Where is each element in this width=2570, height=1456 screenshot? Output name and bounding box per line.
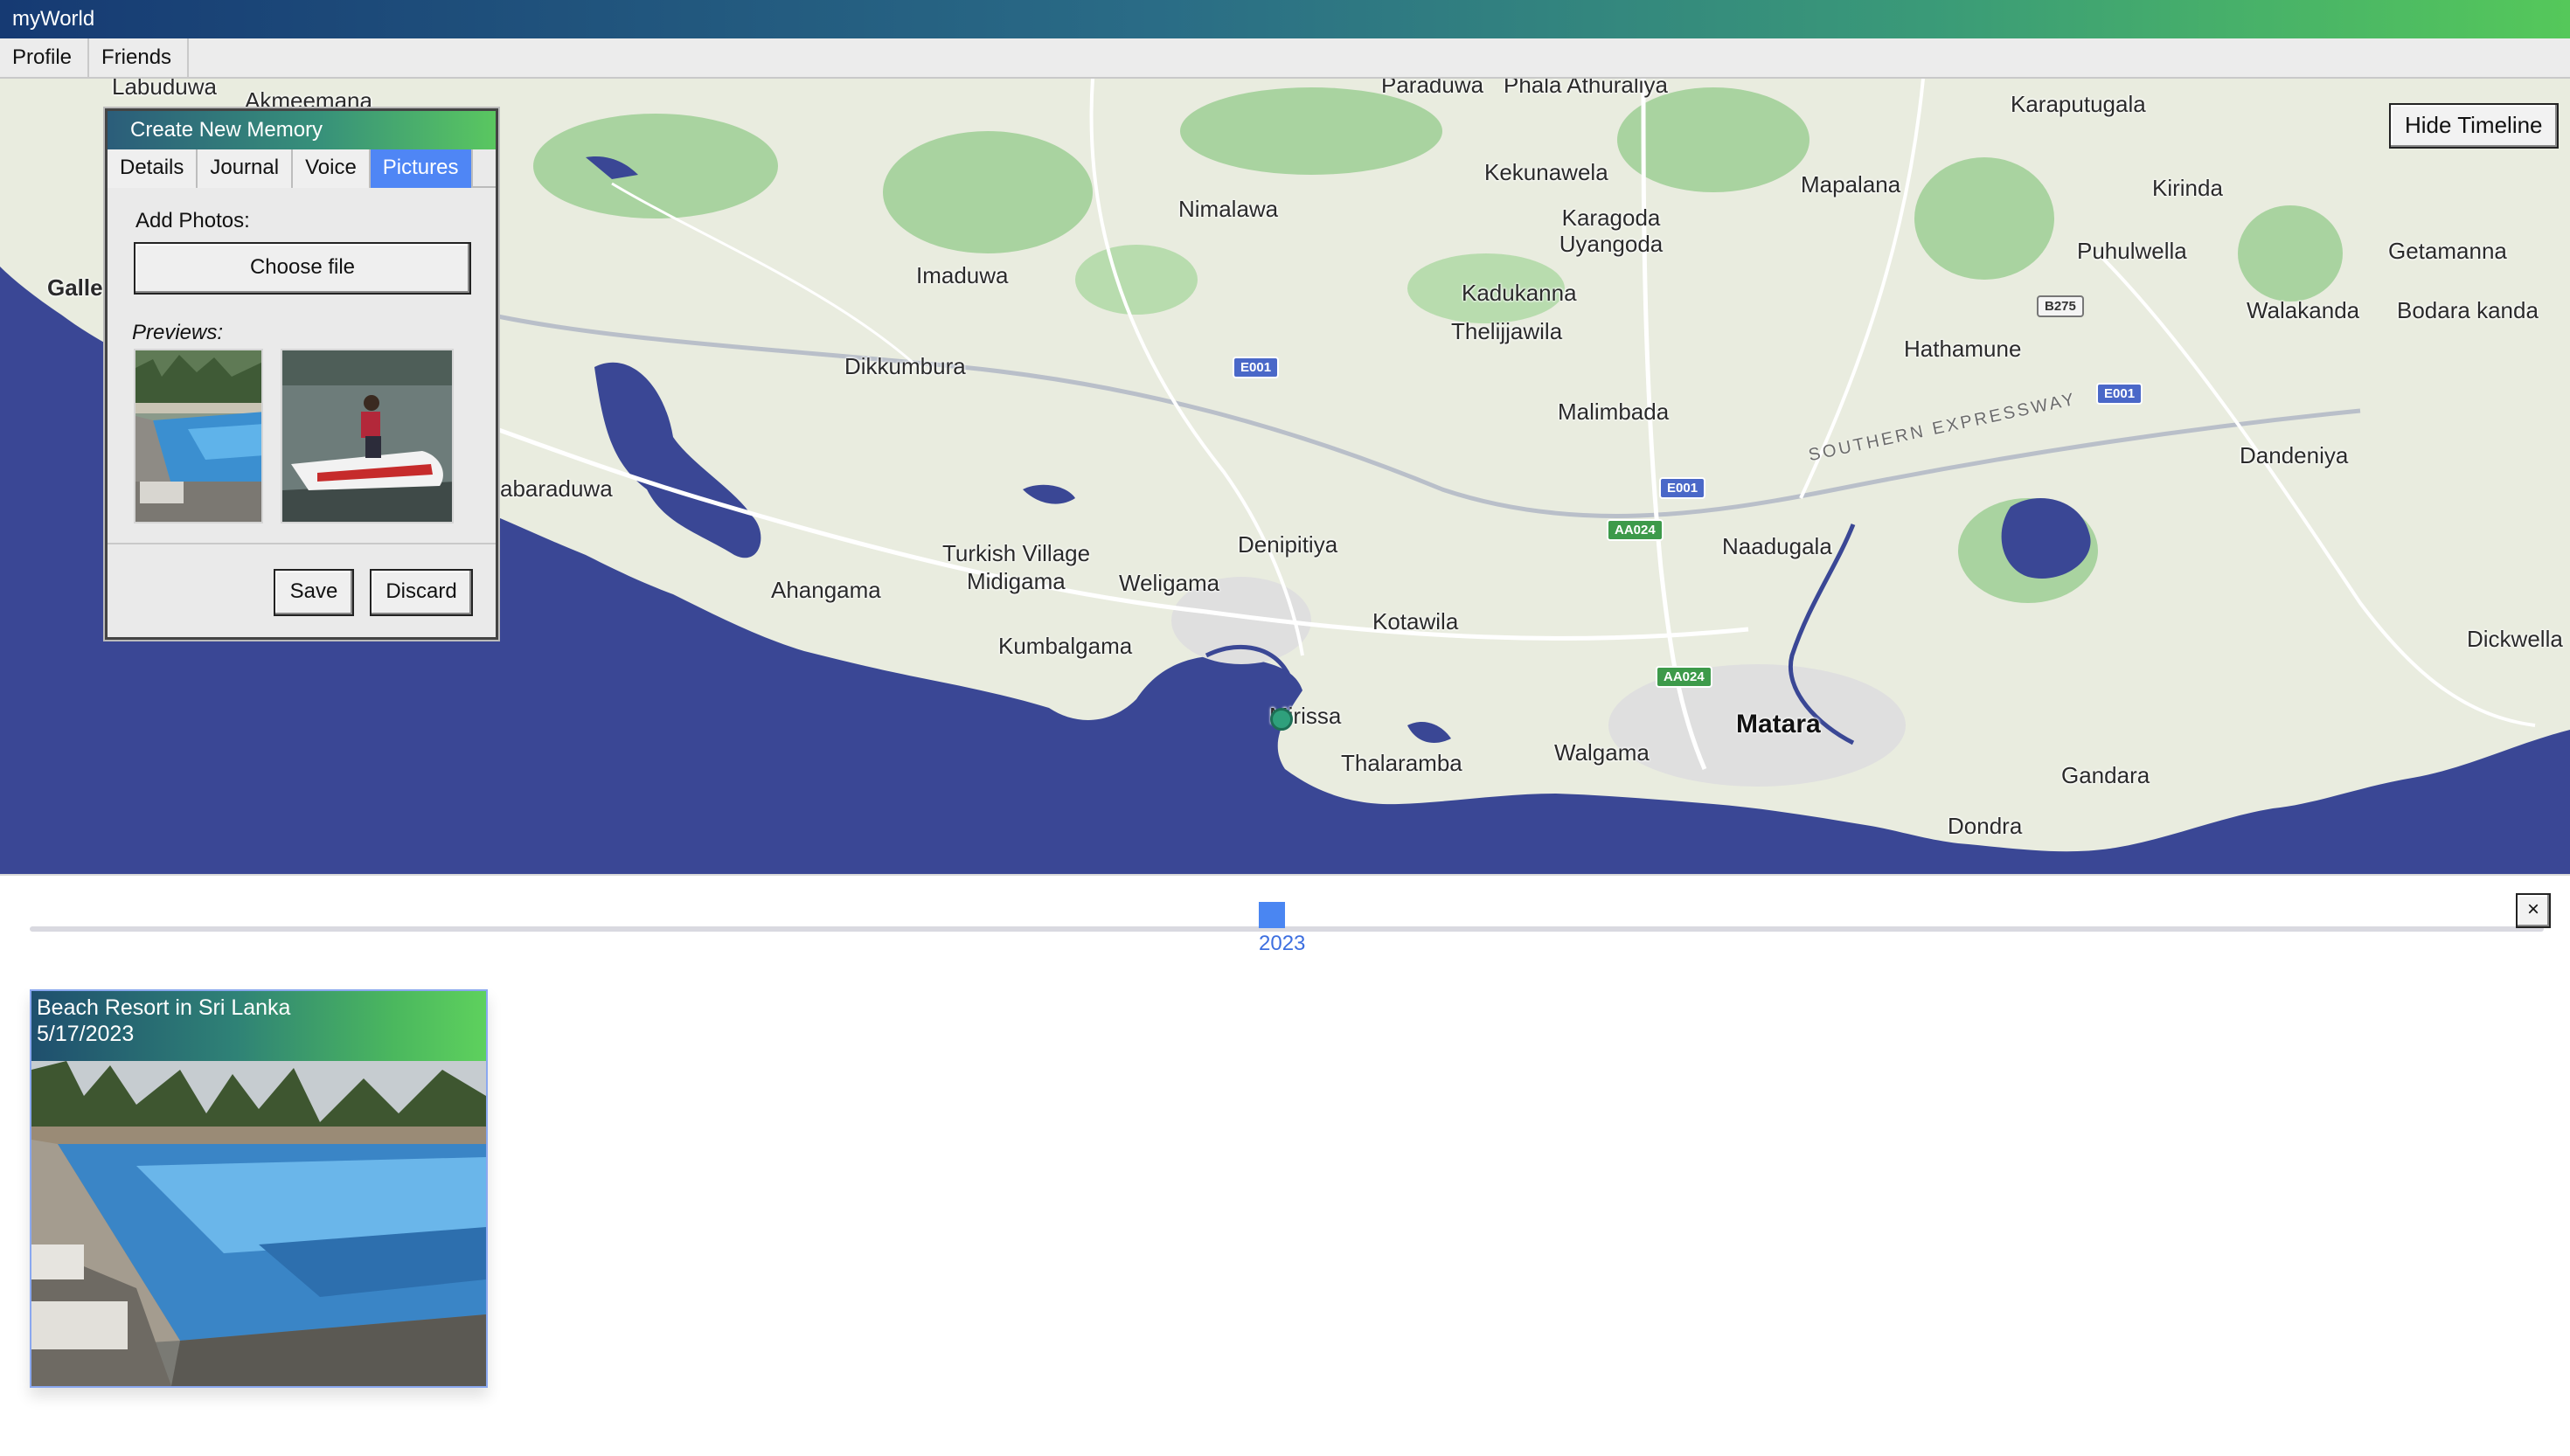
road-shield-e001: E001 — [1233, 357, 1280, 378]
hide-timeline-button[interactable]: Hide Timeline — [2389, 103, 2559, 149]
timeline-year-label: 2023 — [1259, 932, 1306, 955]
map-label-bodara-kanda: Bodara kanda — [2397, 297, 2539, 323]
window-title: myWorld — [12, 7, 95, 31]
timeline-panel: 2023 × Beach Resort in Sri Lanka 5/17/20… — [0, 874, 2570, 1456]
map-label-galle: Galle — [47, 274, 103, 301]
preview-thumbnail-pool[interactable] — [134, 349, 263, 523]
menu-friends[interactable]: Friends — [89, 38, 190, 77]
choose-file-button[interactable]: Choose file — [134, 242, 471, 295]
discard-button[interactable]: Discard — [370, 569, 473, 616]
map-label-dikkumbura: Dikkumbura — [844, 353, 966, 379]
map-label-walakanda: Walakanda — [2247, 297, 2360, 323]
map-label-kotawila: Kotawila — [1372, 608, 1459, 634]
map-label-naadugala: Naadugala — [1722, 533, 1832, 559]
map-label-dondra: Dondra — [1948, 813, 2023, 839]
window-title-bar: myWorld — [0, 0, 2570, 38]
tab-details[interactable]: Details — [108, 149, 198, 188]
map-label-matara: Matara — [1736, 710, 1821, 738]
memory-map-marker[interactable] — [1270, 708, 1293, 731]
tab-voice[interactable]: Voice — [293, 149, 371, 188]
menu-profile[interactable]: Profile — [0, 38, 90, 77]
map-label-dandeniya: Dandeniya — [2240, 442, 2349, 468]
map-label-imaduwa: Imaduwa — [916, 262, 1009, 288]
road-shield-e001: E001 — [2096, 383, 2143, 405]
map-label-nimalawa: Nimalawa — [1178, 196, 1279, 222]
map-label-thalaramba: Thalaramba — [1341, 750, 1462, 776]
map-label-getamanna: Getamanna — [2388, 238, 2507, 264]
map-label-ahangama: Ahangama — [771, 577, 881, 603]
map-label-labuduwa: Labuduwa — [112, 79, 217, 100]
menu-bar: Profile Friends — [0, 38, 2570, 79]
map-label-karagoda-uyangoda: Karagoda Uyangoda — [1559, 205, 1664, 257]
map-label-malimbada: Malimbada — [1558, 399, 1670, 425]
road-shield-aa024: AA024 — [1607, 519, 1664, 541]
tab-pictures[interactable]: Pictures — [370, 149, 473, 188]
map-label-denipitiya: Denipitiya — [1238, 531, 1338, 558]
memory-card-header: Beach Resort in Sri Lanka 5/17/2023 — [31, 991, 486, 1061]
dialog-title[interactable]: Create New Memory — [108, 111, 496, 149]
map-label-phala-athuraliya: Phala Athuraliya — [1504, 79, 1668, 98]
map-label-hathamune: Hathamune — [1904, 336, 2022, 362]
preview-thumbnail-jetski[interactable] — [281, 349, 454, 523]
map-label-weligama: Weligama — [1119, 570, 1220, 596]
pool-photo-image — [31, 1061, 486, 1386]
previews-label: Previews: — [132, 321, 224, 344]
map-label-paraduwa: Paraduwa — [1381, 79, 1484, 98]
tab-journal[interactable]: Journal — [198, 149, 294, 188]
map-label-midigama: Midigama — [967, 568, 1066, 594]
map-label-dickwella: Dickwella — [2467, 626, 2563, 652]
map-label-turkish-village: Turkish Village — [942, 540, 1091, 566]
pool-photo-image — [135, 350, 261, 522]
map-label-puhulwella: Puhulwella — [2077, 238, 2187, 264]
create-memory-dialog: Create New Memory Details Journal Voice … — [105, 108, 498, 640]
map-label-abaraduwa: abaraduwa — [500, 475, 613, 502]
memory-card-title: Beach Resort in Sri Lanka — [37, 995, 291, 1020]
map-label-kadukanna: Kadukanna — [1462, 280, 1577, 306]
map-label-mapalana: Mapalana — [1801, 171, 1901, 198]
dialog-divider — [108, 543, 496, 544]
dialog-tab-bar: Details Journal Voice Pictures — [108, 149, 496, 188]
map-label-karaputugala: Karaputugala — [2011, 91, 2146, 117]
save-button[interactable]: Save — [274, 569, 354, 616]
timeline-close-button[interactable]: × — [2516, 893, 2551, 928]
map-label-kumbalgama: Kumbalgama — [998, 633, 1133, 659]
road-shield-aa024: AA024 — [1656, 666, 1712, 688]
timeline-year-marker[interactable] — [1259, 902, 1285, 928]
memory-card[interactable]: Beach Resort in Sri Lanka 5/17/2023 — [30, 989, 488, 1388]
add-photos-label: Add Photos: — [135, 209, 250, 232]
memory-card-photo — [31, 1061, 486, 1386]
map-label-walgama: Walgama — [1554, 739, 1650, 766]
jetski-photo-image — [282, 350, 452, 522]
memory-card-date: 5/17/2023 — [37, 1022, 135, 1046]
road-shield-b275: B275 — [2037, 295, 2084, 317]
map-label-kekunawela: Kekunawela — [1484, 159, 1608, 185]
road-shield-e001: E001 — [1659, 477, 1706, 499]
map-label-gandara: Gandara — [2061, 762, 2150, 788]
map-label-kirinda: Kirinda — [2152, 175, 2223, 201]
map-label-thelijjawila: Thelijjawila — [1451, 318, 1563, 344]
